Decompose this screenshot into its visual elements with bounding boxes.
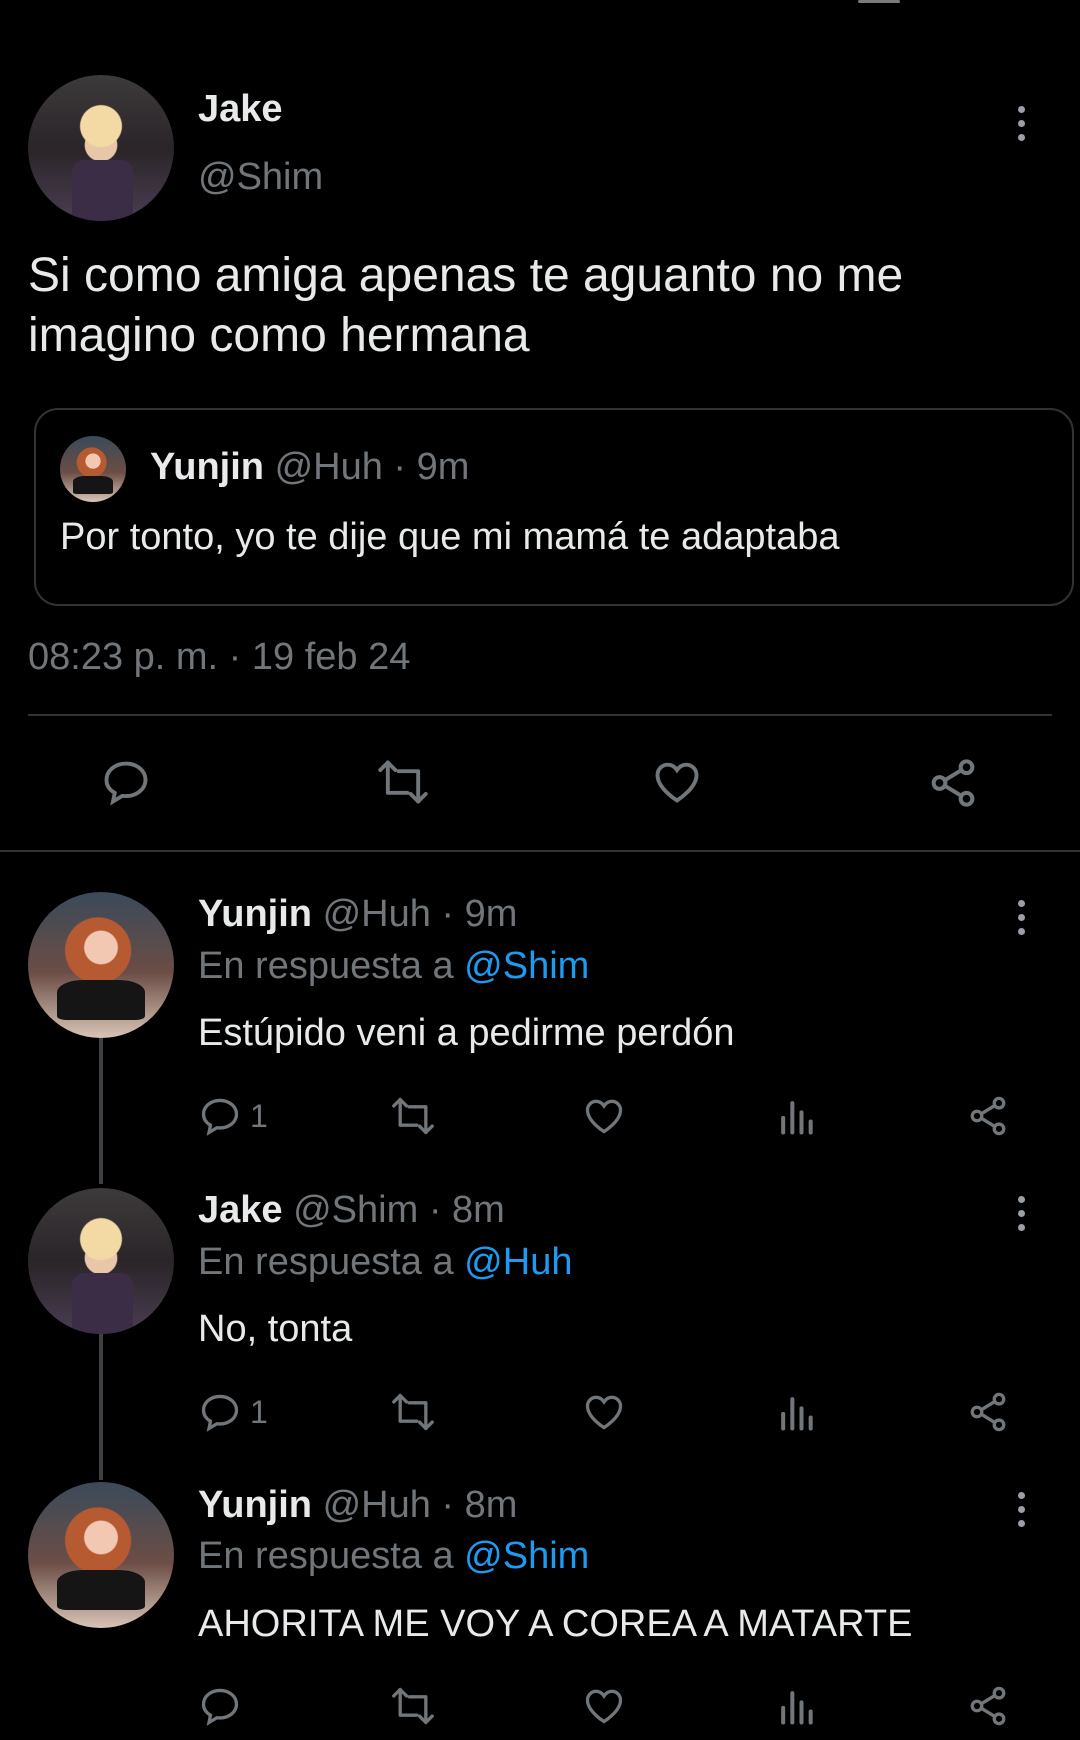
reply-author-name[interactable]: Yunjin bbox=[198, 893, 312, 935]
share-icon[interactable] bbox=[966, 1390, 1010, 1439]
reply-text: AHORITA ME VOY A COREA A MATARTE bbox=[198, 1603, 913, 1645]
reply-button[interactable] bbox=[198, 1684, 242, 1728]
views-icon[interactable] bbox=[776, 1684, 816, 1733]
reply-to-prefix: En respuesta a bbox=[198, 945, 454, 987]
reply-to-line: En respuesta a @Shim bbox=[198, 1535, 589, 1578]
reply-icon bbox=[201, 1688, 239, 1726]
share-icon[interactable] bbox=[966, 1094, 1010, 1143]
quoted-tweet[interactable]: Yunjin @Huh · 9m Por tonto, yo te dije q… bbox=[34, 408, 1074, 606]
divider bbox=[28, 714, 1052, 716]
views-icon[interactable] bbox=[776, 1094, 816, 1143]
heart-icon[interactable] bbox=[650, 756, 704, 813]
reply-icon bbox=[201, 1098, 239, 1136]
reply-to-mention[interactable]: @Shim bbox=[464, 1535, 589, 1577]
reply-to-prefix: En respuesta a bbox=[198, 1535, 454, 1577]
views-icon[interactable] bbox=[776, 1390, 816, 1439]
share-icon[interactable] bbox=[966, 1684, 1010, 1733]
quoted-text: Por tonto, yo te dije que mi mamá te ada… bbox=[60, 516, 840, 558]
tweet-timestamp: 08:23 p. m. · 19 feb 24 bbox=[28, 636, 411, 678]
thread-line bbox=[99, 1038, 103, 1184]
reply-handle-time: @Huh · 9m bbox=[322, 893, 518, 935]
heart-icon[interactable] bbox=[582, 1390, 626, 1439]
more-options-icon[interactable] bbox=[1016, 1492, 1026, 1527]
reply-count: 1 bbox=[250, 1097, 268, 1134]
reply-author-name[interactable]: Jake bbox=[198, 1189, 283, 1231]
quoted-avatar bbox=[60, 436, 126, 502]
section-divider bbox=[0, 850, 1080, 852]
avatar-jake[interactable] bbox=[28, 1188, 174, 1334]
avatar-jake[interactable] bbox=[28, 75, 174, 221]
avatar-yunjin[interactable] bbox=[28, 892, 174, 1038]
more-options-icon[interactable] bbox=[1016, 1196, 1026, 1231]
reply-button[interactable]: 1 bbox=[198, 1094, 268, 1138]
reply-count: 1 bbox=[250, 1393, 268, 1430]
heart-icon[interactable] bbox=[582, 1684, 626, 1733]
quoted-header: Yunjin @Huh · 9m bbox=[150, 446, 469, 489]
tweet-text: Si como amiga apenas te aguanto no me im… bbox=[28, 249, 904, 362]
reply-text: Estúpido veni a pedirme perdón bbox=[198, 1012, 735, 1054]
thread-line bbox=[99, 1334, 103, 1480]
retweet-icon[interactable] bbox=[388, 1390, 438, 1439]
quoted-name: Yunjin bbox=[150, 446, 264, 488]
reply-icon[interactable] bbox=[100, 756, 152, 813]
reply-icon bbox=[201, 1394, 239, 1432]
reply-to-mention[interactable]: @Huh bbox=[464, 1241, 572, 1283]
reply-to-line: En respuesta a @Shim bbox=[198, 945, 589, 988]
retweet-icon[interactable] bbox=[374, 756, 432, 813]
reply-button[interactable]: 1 bbox=[198, 1390, 268, 1434]
reply-header: Jake @Shim · 8m bbox=[198, 1189, 505, 1232]
author-name[interactable]: Jake bbox=[198, 88, 283, 131]
share-icon[interactable] bbox=[926, 756, 980, 815]
reply-to-mention[interactable]: @Shim bbox=[464, 945, 589, 987]
reply-text: No, tonta bbox=[198, 1308, 353, 1350]
quoted-handle-time: @Huh · 9m bbox=[274, 446, 470, 488]
reply-handle-time: @Shim · 8m bbox=[293, 1189, 505, 1231]
avatar-yunjin[interactable] bbox=[28, 1482, 174, 1628]
author-handle[interactable]: @Shim bbox=[198, 156, 323, 199]
heart-icon[interactable] bbox=[582, 1094, 626, 1143]
retweet-icon[interactable] bbox=[388, 1094, 438, 1143]
more-options-icon[interactable] bbox=[1016, 900, 1026, 935]
top-indicator bbox=[858, 0, 900, 3]
reply-to-prefix: En respuesta a bbox=[198, 1241, 454, 1283]
reply-header: Yunjin @Huh · 9m bbox=[198, 893, 517, 936]
reply-to-line: En respuesta a @Huh bbox=[198, 1241, 572, 1284]
reply-handle-time: @Huh · 8m bbox=[322, 1484, 518, 1526]
retweet-icon[interactable] bbox=[388, 1684, 438, 1733]
reply-header: Yunjin @Huh · 8m bbox=[198, 1484, 517, 1527]
more-options-icon[interactable] bbox=[1016, 106, 1026, 141]
reply-author-name[interactable]: Yunjin bbox=[198, 1484, 312, 1526]
